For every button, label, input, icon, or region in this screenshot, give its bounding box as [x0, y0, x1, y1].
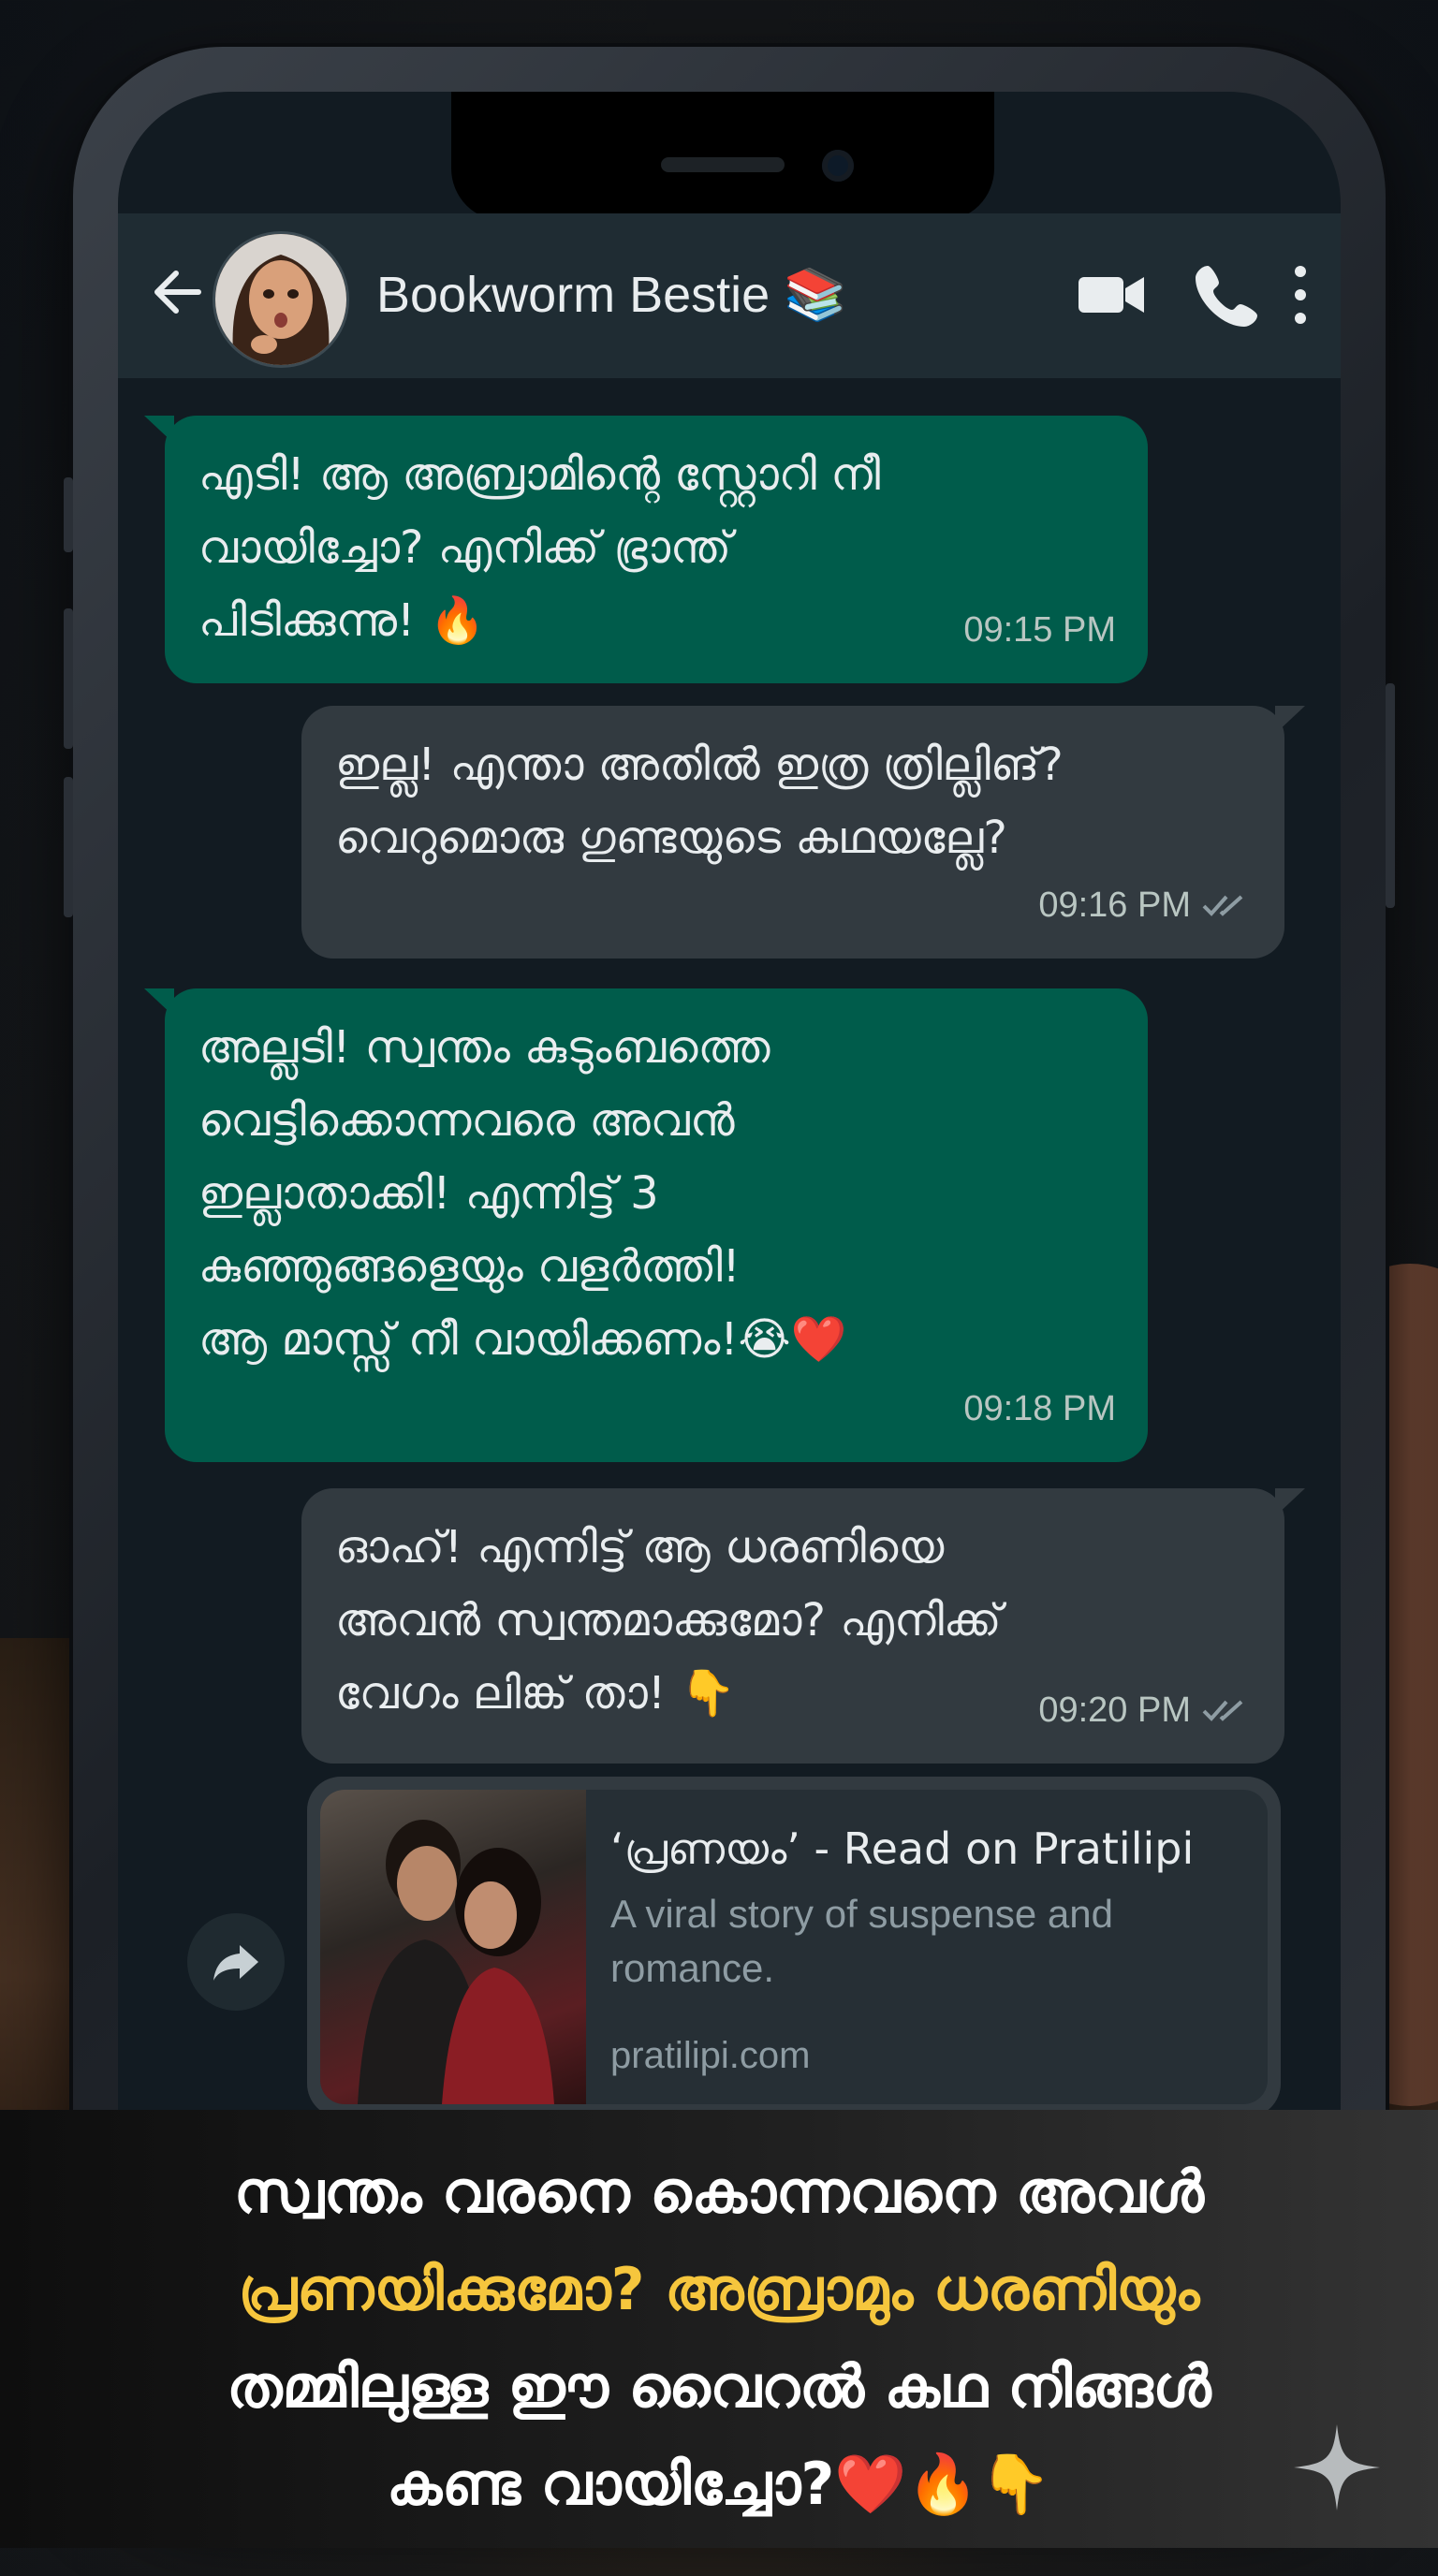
timestamp: 09:15 PM — [963, 610, 1116, 650]
volume-up-button — [64, 608, 73, 749]
caption-banner: സ്വന്തം വരനെ കൊന്നവനെ അവൾ പ്രണയിക്കുമോ? … — [0, 2110, 1438, 2548]
earpiece-speaker — [661, 157, 785, 172]
caption-line-highlight: പ്രണയിക്കുമോ? അബ്രാമും ധരണിയും — [238, 2255, 1200, 2323]
timestamp: 09:16 PM — [1038, 886, 1191, 925]
link-preview-inner: ‘പ്രണയം’ - Read on Pratilipi A viral sto… — [320, 1790, 1268, 2104]
message-bubble-incoming[interactable]: എടി! ആ അബ്രാമിന്റെ സ്റ്റോറി നീ വായിച്ചോ?… — [144, 416, 1148, 683]
message-line: വായിച്ചോ? എനിക്ക് ഭ്രാന്ത് — [198, 521, 732, 574]
phone-icon[interactable] — [1191, 258, 1264, 335]
timestamp: 09:18 PM — [963, 1389, 1116, 1428]
back-arrow-icon[interactable] — [148, 262, 208, 322]
phone-screen: Bookworm Bestie 📚 എടി! ആ അബ്രാമിന്റെ സ്റ… — [118, 92, 1341, 2454]
bubble-tail — [1275, 706, 1305, 734]
message-time: 09:18 PM — [963, 1372, 1116, 1445]
double-check-icon — [1202, 1700, 1243, 1721]
message-line: ഓഹ്! എന്നിട്ട് ആ ധരണിയെ — [335, 1521, 945, 1573]
mute-switch — [64, 477, 73, 552]
notch — [451, 92, 994, 221]
bubble-tail — [1275, 1488, 1305, 1516]
more-vert-icon[interactable] — [1286, 258, 1314, 335]
message-bubble-outgoing[interactable]: ഓഹ്! എന്നിട്ട് ആ ധരണിയെ അവൻ സ്വന്തമാക്കു… — [301, 1488, 1305, 1764]
caption-line: സ്വന്തം വരനെ കൊന്നവനെ അവൾ — [233, 2158, 1205, 2226]
link-preview-card[interactable]: ‘പ്രണയം’ - Read on Pratilipi A viral sto… — [307, 1777, 1281, 2117]
message-line: ആ മാസ്സ് നീ വായിക്കണം!😭❤️ — [198, 1313, 847, 1366]
link-domain: pratilipi.com — [610, 2035, 811, 2076]
avatar[interactable] — [215, 234, 346, 365]
video-call-icon[interactable] — [1075, 258, 1148, 335]
link-title: ‘പ്രണയം’ - Read on Pratilipi — [610, 1823, 1195, 1874]
double-check-icon — [1202, 895, 1243, 916]
power-button — [1386, 683, 1395, 908]
link-description: A viral story of suspense and romance. — [610, 1892, 1113, 1990]
message-line: ഇല്ലാതാക്കി! എന്നിട്ട് 3 — [198, 1167, 659, 1220]
message-bubble-incoming[interactable]: അല്ലടി! സ്വന്തം കുടുംബത്തെ വെട്ടിക്കൊന്ന… — [144, 988, 1148, 1462]
volume-down-button — [64, 777, 73, 917]
message-line: അവൻ സ്വന്തമാക്കുമോ? എനിക്ക് — [335, 1594, 1002, 1647]
message-time: 09:15 PM — [963, 593, 1116, 666]
message-line: വെറുമൊരു ഗുണ്ടയുടെ കഥയല്ലേ? — [335, 812, 1007, 864]
message-line: കുഞ്ഞുങ്ങളെയും വളർത്തി! — [198, 1240, 741, 1293]
message-line: എടി! ആ അബ്രാമിന്റെ സ്റ്റോറി നീ — [198, 448, 881, 501]
bubble-tail — [144, 988, 174, 1017]
message-line: വെട്ടിക്കൊന്നവരെ അവൻ — [198, 1094, 735, 1147]
story-cover-image — [320, 1790, 586, 2104]
front-camera — [822, 150, 854, 182]
caption-line: തമ്മിലുള്ള ഈ വൈറൽ കഥ നിങ്ങൾ — [227, 2352, 1211, 2421]
message-time: 09:16 PM — [1038, 869, 1253, 942]
contact-name[interactable]: Bookworm Bestie 📚 — [376, 266, 846, 325]
chat-header: Bookworm Bestie 📚 — [118, 213, 1341, 378]
message-line: അല്ലടി! സ്വന്തം കുടുംബത്തെ — [198, 1021, 770, 1074]
bubble-tail — [144, 416, 174, 444]
forward-button[interactable] — [187, 1913, 285, 2011]
caption-line: കണ്ട വായിച്ചോ?❤️🔥👇 — [387, 2450, 1051, 2518]
forward-icon — [213, 1945, 258, 1981]
sparkle-icon — [1290, 2421, 1384, 2514]
message-time: 09:20 PM — [1038, 1674, 1253, 1747]
timestamp: 09:20 PM — [1038, 1690, 1191, 1730]
message-line: ഇല്ല! എന്താ അതിൽ ഇത്ര ത്രില്ലിങ്? — [335, 739, 1064, 791]
message-bubble-outgoing[interactable]: ഇല്ല! എന്താ അതിൽ ഇത്ര ത്രില്ലിങ്? വെറുമൊ… — [301, 706, 1305, 959]
